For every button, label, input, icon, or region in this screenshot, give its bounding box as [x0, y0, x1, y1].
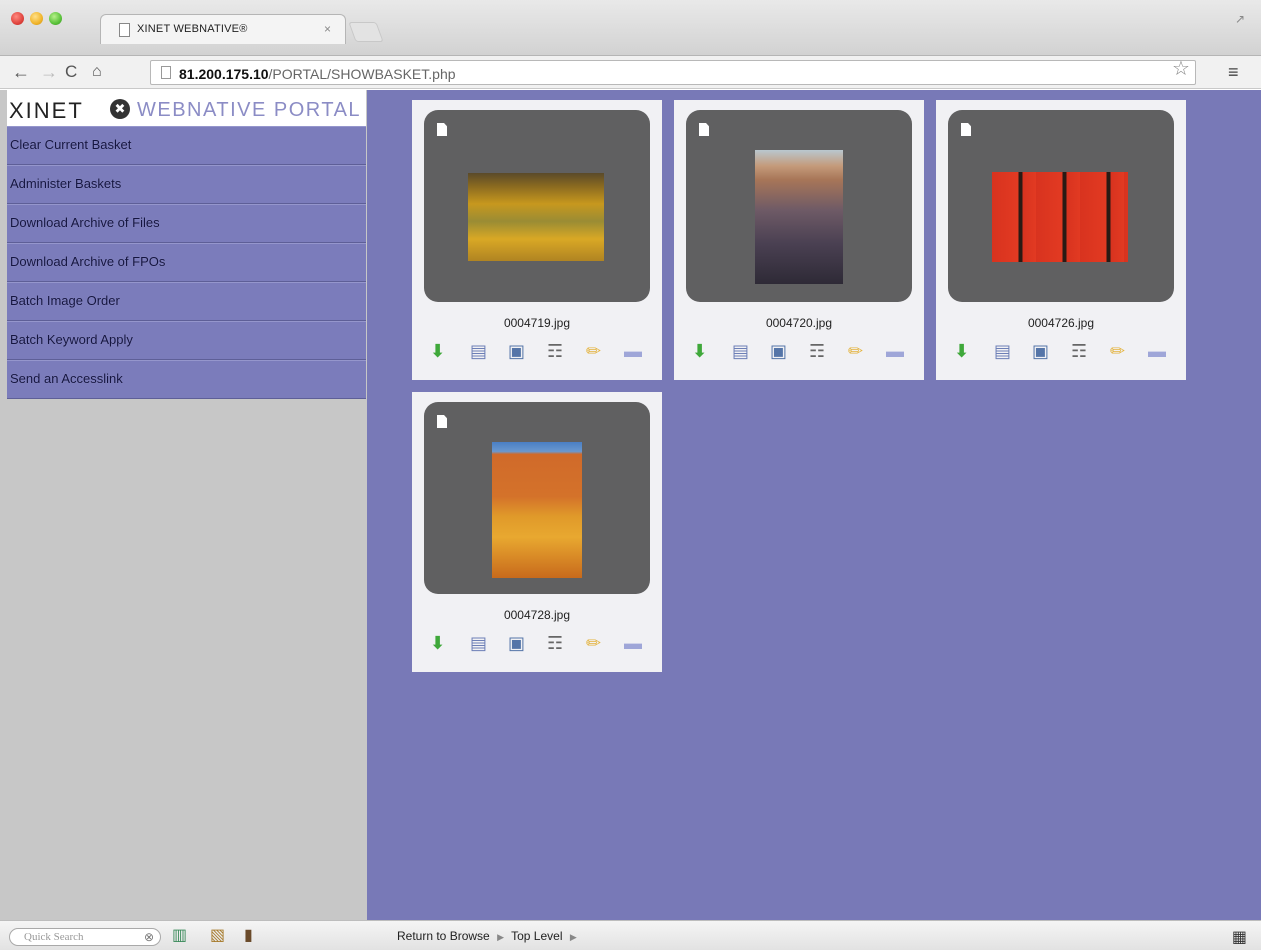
sidebar-item-clear-current-basket[interactable]: Clear Current Basket	[7, 126, 366, 165]
breadcrumb-arrow-icon: ▶	[497, 932, 504, 942]
asset-thumbnail[interactable]	[948, 110, 1174, 302]
photo-dune-dusk	[755, 150, 843, 284]
quick-search-input[interactable]: Quick Search ⊗	[9, 928, 161, 946]
breadcrumb: Return to Browse ▶ Top Level ▶	[397, 929, 581, 943]
zoom-window-button[interactable]	[49, 12, 62, 25]
asset-actions: ⬇ ▤ ▣ ☶ ✏ ▬	[430, 340, 650, 364]
home-icon[interactable]: ⌂	[92, 62, 102, 82]
download-icon[interactable]: ⬇	[430, 340, 445, 362]
bottom-bar: Quick Search ⊗ ▥ ▧ ▮ Return to Browse ▶ …	[0, 920, 1261, 950]
move-icon[interactable]: ▤	[470, 632, 487, 654]
cart-icon[interactable]: ☶	[547, 632, 563, 654]
asset-thumbnail[interactable]	[686, 110, 912, 302]
breadcrumb-arrow-icon: ▶	[569, 932, 577, 942]
reload-icon[interactable]: C	[65, 62, 77, 82]
download-icon[interactable]: ⬇	[954, 340, 969, 362]
document-icon	[437, 123, 447, 136]
asset-thumbnail[interactable]	[424, 402, 650, 594]
grid-view-icon[interactable]: ▦	[1232, 927, 1247, 947]
photo-desert-bush	[492, 442, 582, 578]
tab-close-icon[interactable]: ×	[324, 22, 331, 36]
asset-filename[interactable]: 0004726.jpg	[936, 316, 1186, 330]
sidebar-item-send-accesslink[interactable]: Send an Accesslink	[7, 360, 366, 399]
preview-icon[interactable]: ▣	[770, 340, 787, 362]
url-host: 81.200.175.10	[179, 66, 269, 82]
logo-xinet-text: XINET	[9, 98, 84, 123]
url-text[interactable]: 81.200.175.10/PORTAL/SHOWBASKET.php	[179, 66, 456, 82]
page-content: XINET ✖ WEBNATIVE PORTAL Clear Current B…	[0, 90, 1261, 920]
folder-icon[interactable]: ▬	[1148, 340, 1166, 362]
url-path: /PORTAL/SHOWBASKET.php	[268, 66, 456, 82]
photo-autumn-hills	[468, 173, 604, 261]
quick-search-placeholder: Quick Search	[24, 931, 84, 943]
asset-filename[interactable]: 0004720.jpg	[674, 316, 924, 330]
forward-icon[interactable]: →	[40, 62, 58, 82]
move-icon[interactable]: ▤	[470, 340, 487, 362]
browser-menu-icon[interactable]: ≡	[1228, 62, 1239, 83]
preview-icon[interactable]: ▣	[1032, 340, 1049, 362]
download-icon[interactable]: ⬇	[430, 632, 445, 654]
close-window-button[interactable]	[11, 12, 24, 25]
document-icon	[437, 415, 447, 428]
asset-actions: ⬇ ▤ ▣ ☶ ✏ ▬	[430, 632, 650, 656]
asset-card: 0004726.jpg ⬇ ▤ ▣ ☶ ✏ ▬	[936, 100, 1186, 380]
asset-card: 0004720.jpg ⬇ ▤ ▣ ☶ ✏ ▬	[674, 100, 924, 380]
preview-icon[interactable]: ▣	[508, 632, 525, 654]
basket-icon[interactable]: ▥	[172, 926, 187, 946]
sidebar-item-administer-baskets[interactable]: Administer Baskets	[7, 165, 366, 204]
top-level-link[interactable]: Top Level	[511, 929, 562, 943]
bookmark-star-icon[interactable]: ☆	[1172, 56, 1190, 81]
fullscreen-icon[interactable]: ↗	[1235, 12, 1245, 26]
logout-door-icon[interactable]: ▮	[244, 926, 253, 946]
search-clear-icon[interactable]: ⊗	[144, 930, 154, 945]
logo-x-icon: ✖	[110, 99, 130, 119]
lightbox-icon[interactable]: ▧	[210, 926, 225, 946]
page-icon	[161, 66, 171, 79]
asset-card: 0004719.jpg ⬇ ▤ ▣ ☶ ✏ ▬	[412, 100, 662, 380]
move-icon[interactable]: ▤	[732, 340, 749, 362]
browser-toolbar: ← → C ⌂ 81.200.175.10/PORTAL/SHOWBASKET.…	[0, 56, 1261, 89]
new-tab-button[interactable]	[348, 22, 384, 42]
cart-icon[interactable]: ☶	[547, 340, 563, 362]
preview-icon[interactable]: ▣	[508, 340, 525, 362]
address-bar[interactable]: 81.200.175.10/PORTAL/SHOWBASKET.php	[150, 60, 1196, 85]
asset-actions: ⬇ ▤ ▣ ☶ ✏ ▬	[692, 340, 912, 364]
photo-red-grass	[992, 172, 1128, 262]
edit-pencil-icon[interactable]: ✏	[586, 340, 601, 362]
document-icon	[699, 123, 709, 136]
folder-icon[interactable]: ▬	[624, 632, 642, 654]
asset-card: 0004728.jpg ⬇ ▤ ▣ ☶ ✏ ▬	[412, 392, 662, 672]
document-icon	[961, 123, 971, 136]
portal-logo: XINET ✖ WEBNATIVE PORTAL	[7, 90, 366, 126]
download-icon[interactable]: ⬇	[692, 340, 707, 362]
cart-icon[interactable]: ☶	[809, 340, 825, 362]
sidebar-item-batch-keyword-apply[interactable]: Batch Keyword Apply	[7, 321, 366, 360]
sidebar-item-download-archive-files[interactable]: Download Archive of Files	[7, 204, 366, 243]
page-icon	[119, 23, 130, 37]
logo-portal-text: WEBNATIVE PORTAL	[137, 99, 362, 121]
tab-title: XINET WEBNATIVE®	[137, 23, 248, 35]
sidebar: XINET ✖ WEBNATIVE PORTAL Clear Current B…	[0, 90, 367, 920]
asset-actions: ⬇ ▤ ▣ ☶ ✏ ▬	[954, 340, 1174, 364]
browser-tab[interactable]: XINET WEBNATIVE® ×	[100, 14, 346, 44]
sidebar-item-batch-image-order[interactable]: Batch Image Order	[7, 282, 366, 321]
folder-icon[interactable]: ▬	[886, 340, 904, 362]
edit-pencil-icon[interactable]: ✏	[848, 340, 863, 362]
minimize-window-button[interactable]	[30, 12, 43, 25]
folder-icon[interactable]: ▬	[624, 340, 642, 362]
sidebar-item-download-archive-fpos[interactable]: Download Archive of FPOs	[7, 243, 366, 282]
browser-titlebar: XINET WEBNATIVE® × ↗	[0, 0, 1261, 56]
asset-filename[interactable]: 0004719.jpg	[412, 316, 662, 330]
asset-filename[interactable]: 0004728.jpg	[412, 608, 662, 622]
edit-pencil-icon[interactable]: ✏	[1110, 340, 1125, 362]
cart-icon[interactable]: ☶	[1071, 340, 1087, 362]
return-to-browse-link[interactable]: Return to Browse	[397, 929, 490, 943]
sidebar-menu: Clear Current Basket Administer Baskets …	[7, 126, 366, 399]
edit-pencil-icon[interactable]: ✏	[586, 632, 601, 654]
move-icon[interactable]: ▤	[994, 340, 1011, 362]
back-icon[interactable]: ←	[12, 62, 30, 82]
asset-thumbnail[interactable]	[424, 110, 650, 302]
